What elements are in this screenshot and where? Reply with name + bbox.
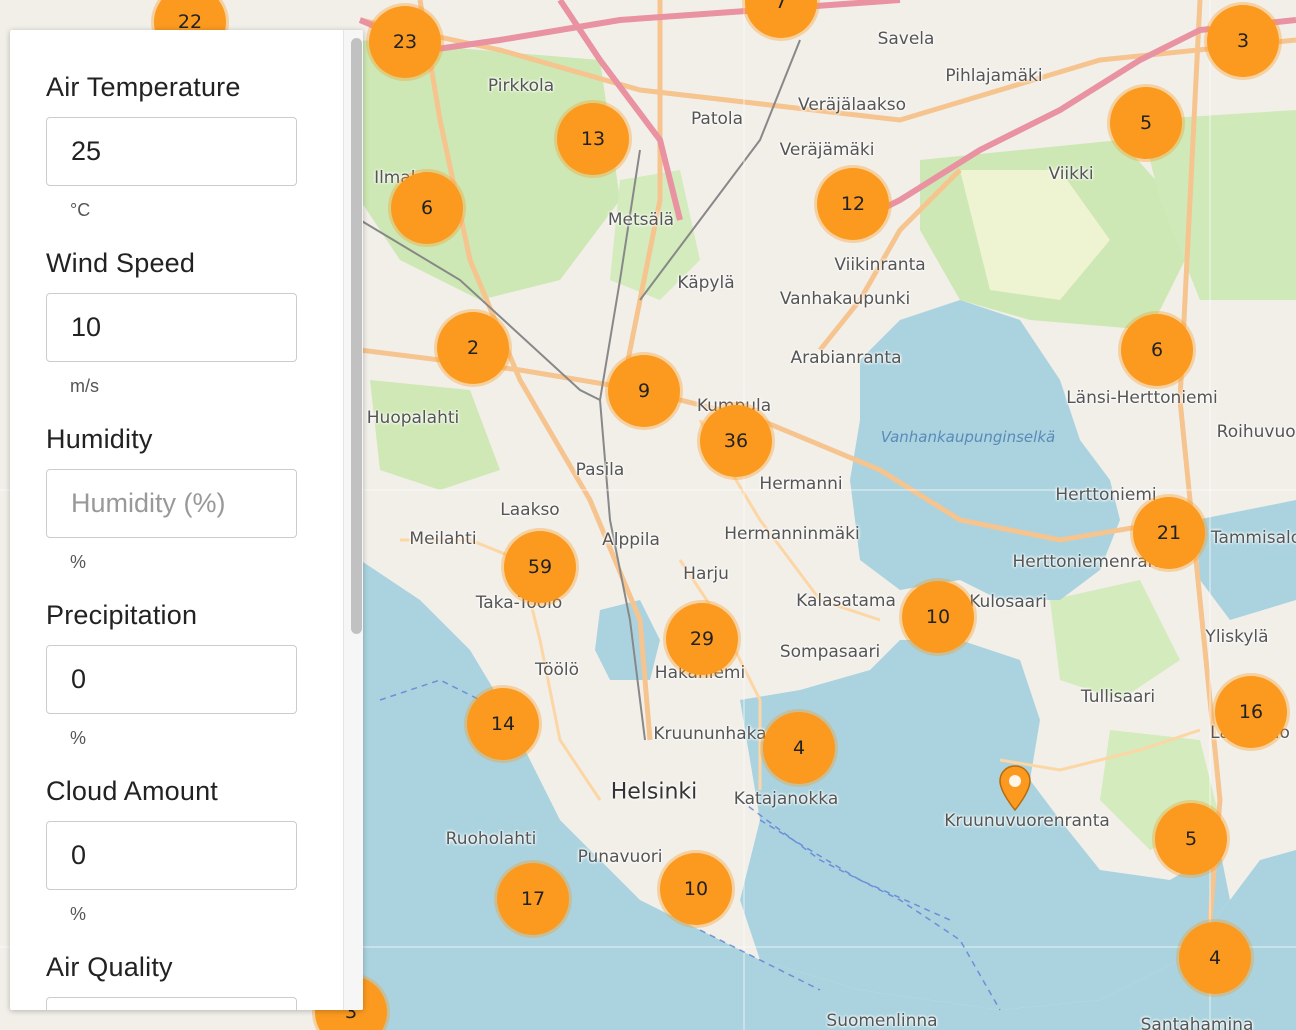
place-label: Santahamina — [1140, 1015, 1254, 1030]
place-label: Arabianranta — [790, 348, 902, 368]
place-label: Suomenlinna — [826, 1011, 938, 1030]
humidity-unit: % — [70, 552, 87, 572]
scrollbar-thumb[interactable] — [351, 38, 362, 634]
marker-cluster[interactable]: 9 — [608, 355, 680, 427]
place-label: Yliskylä — [1205, 627, 1269, 647]
place-label: Vanhankaupunginselkä — [880, 428, 1056, 446]
marker-cluster[interactable]: 2 — [437, 312, 509, 384]
place-label: Veräjämäki — [779, 140, 875, 160]
place-label: Viikki — [1048, 164, 1094, 184]
marker-cluster[interactable]: 14 — [467, 688, 539, 760]
air-temperature-input[interactable]: 25 — [46, 117, 297, 186]
place-label: Käpylä — [677, 273, 735, 293]
place-label: Kulosaari — [969, 592, 1047, 612]
cloud-amount-field: Cloud Amount 0% — [46, 776, 306, 925]
cloud-amount-label: Cloud Amount — [46, 776, 219, 806]
place-label: Herttoniemi — [1055, 485, 1157, 505]
place-label: Savela — [877, 29, 935, 49]
place-label: Helsinki — [610, 779, 698, 805]
place-label: Meilahti — [409, 529, 477, 549]
place-label: Viikinranta — [834, 255, 926, 275]
place-label: Töölö — [534, 660, 580, 680]
marker-cluster[interactable]: 23 — [369, 6, 441, 78]
place-label: Hermanni — [759, 474, 843, 494]
marker-cluster[interactable]: 4 — [1179, 922, 1251, 994]
place-label: Kruununhaka — [653, 724, 767, 744]
air-temperature-label: Air Temperature — [46, 72, 241, 102]
precipitation-label: Precipitation — [46, 600, 198, 630]
map-pin-icon[interactable] — [997, 764, 1033, 812]
place-label: Pasila — [575, 460, 625, 480]
place-label: Ruoholahti — [445, 829, 537, 849]
air-temperature-unit: °C — [70, 200, 91, 220]
place-label: Alppila — [602, 530, 660, 550]
marker-cluster[interactable]: 5 — [1110, 87, 1182, 159]
place-label: Pihlajamäki — [945, 66, 1043, 86]
precipitation-unit: % — [70, 728, 87, 748]
humidity-label: Humidity — [46, 424, 153, 454]
place-label: Länsi-Herttoniemi — [1066, 388, 1218, 408]
air-quality-label: Air Quality — [46, 952, 173, 982]
place-label: Tammisalo — [1210, 528, 1296, 548]
precipitation-field: Precipitation 0% — [46, 600, 306, 749]
marker-cluster[interactable]: 12 — [817, 168, 889, 240]
marker-cluster[interactable]: 59 — [504, 531, 576, 603]
place-label: Pirkkola — [487, 76, 555, 96]
place-label: Hermanninmäki — [724, 524, 860, 544]
place-label: Harju — [683, 564, 729, 584]
marker-cluster[interactable]: 21 — [1133, 497, 1205, 569]
marker-cluster[interactable]: 17 — [497, 863, 569, 935]
marker-cluster[interactable]: 4 — [763, 712, 835, 784]
marker-cluster[interactable]: 10 — [660, 853, 732, 925]
weather-filter-panel: Air Temperature 25 °C Wind Speed 10 m/s Humidi… — [10, 30, 363, 1010]
humidity-field: Humidity Humidity (%)% — [46, 424, 306, 573]
place-label: Huopalahti — [366, 408, 460, 428]
marker-cluster[interactable]: 6 — [1121, 314, 1193, 386]
place-label: Tullisaari — [1080, 687, 1156, 707]
wind-speed-input[interactable]: 10 — [46, 293, 297, 362]
marker-cluster[interactable]: 16 — [1215, 676, 1287, 748]
cloud-amount-input[interactable]: 0 — [46, 821, 297, 890]
place-label: Kruunuvuorenranta — [944, 811, 1110, 831]
place-label: Laakso — [500, 500, 560, 520]
place-label: Roihuvuori — [1216, 422, 1296, 442]
place-label: Vanhakaupunki — [779, 289, 911, 309]
wind-speed-field: Wind Speed 10 m/s — [46, 248, 306, 397]
air-quality-field: Air Quality — [46, 952, 306, 1010]
marker-cluster[interactable]: 3 — [1207, 5, 1279, 77]
place-label: Sompasaari — [779, 642, 881, 662]
marker-cluster[interactable]: 5 — [1155, 803, 1227, 875]
panel-scrollbar[interactable] — [343, 30, 363, 1010]
air-temperature-field: Air Temperature 25 °C — [46, 72, 306, 221]
marker-cluster[interactable]: 10 — [902, 581, 974, 653]
marker-cluster[interactable]: 6 — [391, 172, 463, 244]
marker-cluster[interactable]: 29 — [666, 603, 738, 675]
place-label: Punavuori — [577, 847, 663, 867]
humidity-input[interactable]: Humidity (%) — [46, 469, 297, 538]
wind-speed-label: Wind Speed — [46, 248, 196, 278]
place-label: Veräjälaakso — [798, 95, 906, 115]
place-label: Metsälä — [607, 210, 675, 230]
place-label: Patola — [690, 109, 744, 129]
marker-cluster[interactable]: 36 — [700, 405, 772, 477]
place-label: Katajanokka — [733, 789, 839, 809]
precipitation-input[interactable]: 0 — [46, 645, 297, 714]
wind-speed-unit: m/s — [70, 376, 99, 396]
cloud-amount-unit: % — [70, 904, 87, 924]
place-label: Kalasatama — [796, 591, 896, 611]
marker-cluster[interactable]: 13 — [557, 103, 629, 175]
air-quality-input[interactable] — [46, 997, 297, 1010]
